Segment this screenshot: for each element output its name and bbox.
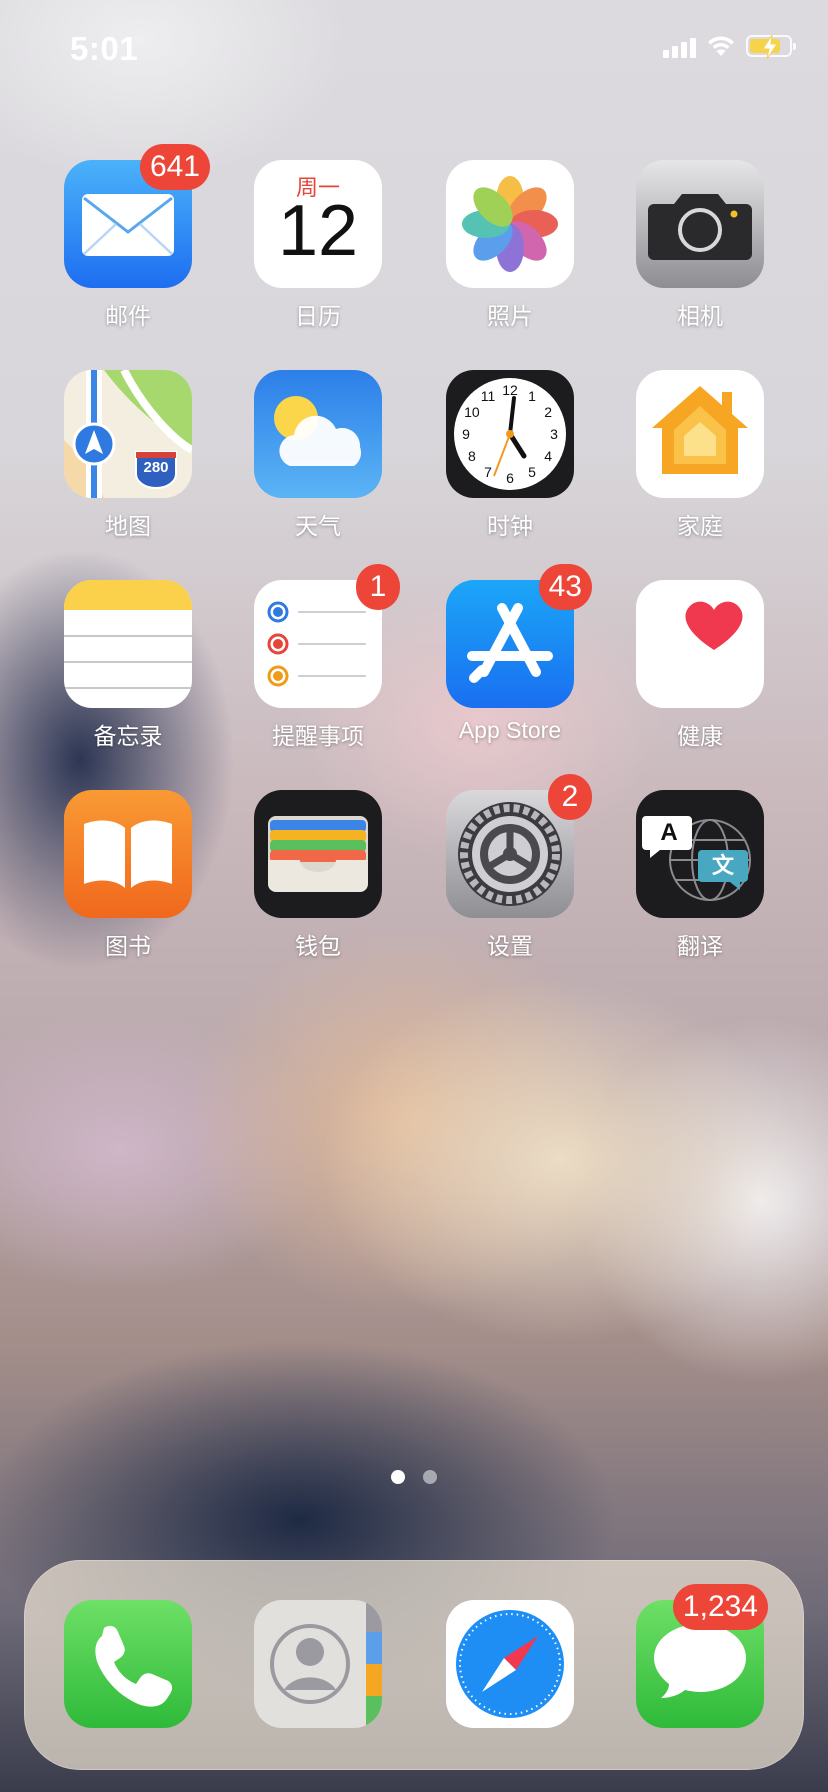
page-indicator[interactable]	[0, 1470, 828, 1484]
calendar-icon: 周一 12	[254, 160, 382, 288]
status-time: 5:01	[70, 30, 139, 67]
clock-numeral: 12	[502, 382, 518, 398]
wifi-icon	[708, 36, 734, 56]
notification-badge: 1,234	[672, 1584, 768, 1630]
clock-numeral: 9	[462, 426, 470, 442]
app-calendar[interactable]: 周一 12 日历	[254, 160, 382, 331]
app-translate[interactable]: A 文 翻译	[636, 790, 764, 961]
dock-app-messages[interactable]: 1,234	[636, 1584, 768, 1728]
notification-badge: 641	[139, 144, 210, 190]
safari-icon	[446, 1600, 574, 1728]
app-label: 设置	[487, 933, 533, 959]
home-icon	[636, 370, 764, 498]
translate-target-glyph: 文	[711, 853, 734, 878]
clock-numeral: 5	[528, 464, 536, 480]
app-camera[interactable]: 相机	[636, 160, 764, 331]
maps-icon: 280	[64, 370, 192, 498]
notes-icon	[64, 580, 192, 708]
clock-numeral: 2	[544, 404, 552, 420]
app-label: 相机	[677, 303, 723, 329]
clock-numeral: 3	[550, 426, 558, 442]
status-bar: 5:01	[0, 0, 828, 100]
app-label: 家庭	[677, 513, 723, 539]
clock-numeral: 4	[544, 448, 552, 464]
page-dot-1[interactable]	[391, 1470, 405, 1484]
contacts-icon	[254, 1600, 382, 1728]
battery-charging-icon	[746, 34, 796, 60]
app-label: 备忘录	[93, 723, 163, 749]
app-maps[interactable]: 280 地图	[64, 370, 192, 541]
app-photos[interactable]: 照片	[446, 160, 574, 331]
app-label: 天气	[295, 513, 341, 539]
app-label: 提醒事项	[272, 723, 364, 749]
notification-badge: 43	[538, 564, 592, 610]
clock-numeral: 11	[481, 388, 496, 404]
camera-icon	[636, 160, 764, 288]
app-label: App Store	[458, 717, 562, 743]
app-label: 日历	[295, 303, 341, 329]
page-dot-2[interactable]	[423, 1470, 437, 1484]
app-mail[interactable]: 641 邮件	[64, 144, 210, 331]
health-icon	[636, 580, 764, 708]
app-label: 钱包	[295, 933, 341, 959]
translate-icon: A 文	[636, 790, 764, 918]
cellular-signal-icon	[663, 34, 696, 58]
notification-badge: 2	[548, 774, 592, 820]
dock-app-phone[interactable]	[64, 1600, 192, 1728]
clock-numeral: 1	[528, 388, 536, 404]
app-notes[interactable]: 备忘录	[64, 580, 192, 751]
maps-shield-number: 280	[143, 459, 169, 476]
app-home[interactable]: 家庭	[636, 370, 764, 541]
app-app-store[interactable]: 43 App Store	[446, 564, 592, 744]
clock-numeral: 7	[484, 464, 492, 480]
wallet-icon	[254, 790, 382, 918]
dock-app-safari[interactable]	[446, 1600, 574, 1728]
clock-numeral: 10	[464, 404, 480, 420]
app-weather[interactable]: 天气	[254, 370, 382, 541]
app-label: 翻译	[677, 933, 723, 959]
books-icon	[64, 790, 192, 918]
app-label: 图书	[105, 933, 151, 959]
translate-source-glyph: A	[660, 819, 678, 846]
app-label: 时钟	[487, 513, 533, 539]
dock-app-contacts[interactable]	[254, 1600, 382, 1728]
clock-numeral: 6	[506, 470, 514, 486]
app-settings[interactable]: 2 设置	[446, 774, 592, 961]
app-label: 邮件	[105, 303, 151, 329]
phone-icon	[64, 1600, 192, 1728]
clock-numeral: 8	[468, 448, 476, 464]
app-clock[interactable]: 12 1 2 3 4 5 6 7 8 9 10 11 时钟	[446, 370, 574, 541]
app-books[interactable]: 图书	[64, 790, 192, 961]
app-label: 健康	[677, 723, 723, 749]
clock-icon: 12 1 2 3 4 5 6 7 8 9 10 11	[446, 370, 574, 498]
calendar-day: 12	[277, 191, 359, 271]
photos-icon	[446, 160, 574, 288]
status-icons	[663, 34, 796, 60]
app-label: 地图	[105, 513, 151, 539]
notification-badge: 1	[356, 564, 400, 610]
app-reminders[interactable]: 1 提醒事项	[254, 564, 400, 751]
app-health[interactable]: 健康	[636, 580, 764, 751]
app-wallet[interactable]: 钱包	[254, 790, 382, 961]
home-screen: 5:01 641 邮件 周一 12 日历 照片 相机 280 地图 天气 12 …	[0, 0, 828, 1792]
app-label: 照片	[487, 303, 533, 329]
weather-icon	[254, 370, 382, 498]
